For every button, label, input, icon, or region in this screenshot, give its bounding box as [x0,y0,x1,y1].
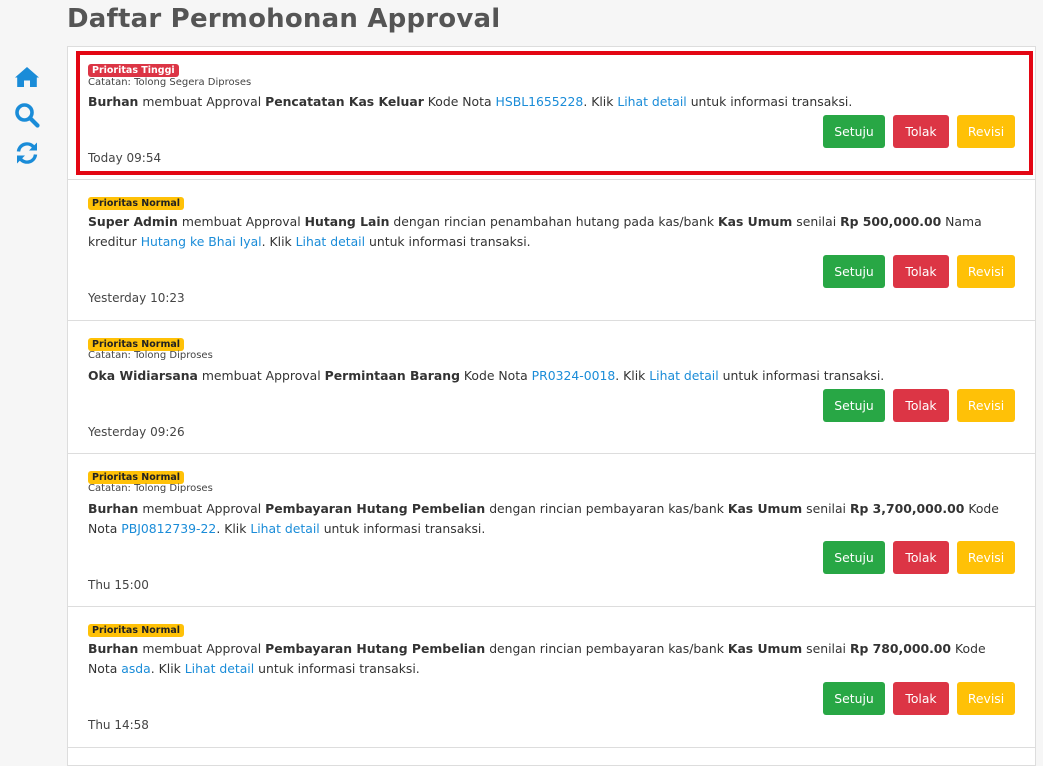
bank-name: Kas Umum [727,641,803,656]
action-buttons: Setuju Tolak Revisi [823,255,1015,288]
requester-name: Burhan [88,501,139,516]
approval-module: Pencatatan Kas Keluar [265,94,424,109]
home-button[interactable] [13,64,41,90]
approval-module: Pembayaran Hutang Pembelian [265,641,486,656]
bank-name: Kas Umum [727,501,803,516]
page-title: Daftar Permohonan Approval [67,4,501,34]
approval-module: Hutang Lain [304,214,390,229]
approval-list: Prioritas Tinggi Catatan: Tolong Segera … [67,46,1036,766]
reject-button[interactable]: Tolak [893,255,949,288]
approve-button[interactable]: Setuju [823,255,885,288]
timestamp: Thu 15:00 [88,578,149,592]
refresh-icon [16,142,38,164]
approve-button[interactable]: Setuju [823,541,885,574]
approve-button[interactable]: Setuju [823,115,885,148]
approval-message: Burhan membuat Approval Pembayaran Hutan… [88,501,999,536]
reject-button[interactable]: Tolak [893,389,949,422]
timestamp: Today 09:54 [88,151,162,165]
bank-name: Kas Umum [717,214,793,229]
nota-code-link[interactable]: PBJ0812739-22 [121,521,216,536]
creditor-link[interactable]: Hutang ke Bhai Iyal [141,234,262,249]
priority-badge: Prioritas Tinggi [88,64,179,77]
revise-button[interactable]: Revisi [957,255,1015,288]
refresh-button[interactable] [13,140,41,166]
nota-code-link[interactable]: HSBL1655228 [496,94,584,109]
sidebar [13,64,41,166]
detail-link[interactable]: Lihat detail [250,521,319,536]
detail-link[interactable]: Lihat detail [185,661,254,676]
reject-button[interactable]: Tolak [893,682,949,715]
approval-card: Prioritas Normal Super Admin membuat App… [68,180,1035,321]
search-button[interactable] [13,102,41,128]
action-buttons: Setuju Tolak Revisi [823,682,1015,715]
approval-message: Burhan membuat Approval Pencatatan Kas K… [88,94,853,109]
timestamp: Thu 14:58 [88,718,149,732]
approval-message: Super Admin membuat Approval Hutang Lain… [88,214,982,249]
approval-card: Prioritas Tinggi Catatan: Tolong Segera … [68,47,1035,180]
requester-name: Oka Widiarsana [88,368,198,383]
timestamp: Yesterday 10:23 [88,291,185,305]
approval-card: Prioritas Normal Catatan: Tolong Diprose… [68,454,1035,607]
approve-button[interactable]: Setuju [823,682,885,715]
detail-link[interactable]: Lihat detail [649,368,718,383]
approval-card: Prioritas Normal Burhan membuat Approval… [68,607,1035,748]
reject-button[interactable]: Tolak [893,115,949,148]
home-icon [15,67,39,87]
approval-message: Burhan membuat Approval Pembayaran Hutan… [88,641,986,676]
revise-button[interactable]: Revisi [957,541,1015,574]
priority-badge: Prioritas Normal [88,197,185,210]
requester-name: Super Admin [88,214,178,229]
nota-code-link[interactable]: PR0324-0018 [532,368,616,383]
timestamp: Yesterday 09:26 [88,425,185,439]
nota-code-link[interactable]: asda [121,661,151,676]
amount: Rp 3,700,000.00 [849,501,965,516]
revise-button[interactable]: Revisi [957,682,1015,715]
priority-badge: Prioritas Normal [88,624,185,637]
detail-link[interactable]: Lihat detail [617,94,686,109]
search-icon [15,103,40,128]
approval-module: Pembayaran Hutang Pembelian [265,501,486,516]
reject-button[interactable]: Tolak [893,541,949,574]
amount: Rp 500,000.00 [840,214,942,229]
requester-name: Burhan [88,641,139,656]
revise-button[interactable]: Revisi [957,389,1015,422]
revise-button[interactable]: Revisi [957,115,1015,148]
requester-name: Burhan [88,94,139,109]
approval-note: Catatan: Tolong Segera Diproses [88,77,252,88]
approval-card: Prioritas Normal Catatan: Tolong Diprose… [68,321,1035,454]
approval-note: Catatan: Tolong Diproses [88,483,213,494]
approval-note: Catatan: Tolong Diproses [88,350,213,361]
action-buttons: Setuju Tolak Revisi [823,115,1015,148]
detail-link[interactable]: Lihat detail [296,234,365,249]
amount: Rp 780,000.00 [849,641,952,656]
approve-button[interactable]: Setuju [823,389,885,422]
approval-module: Permintaan Barang [324,368,460,383]
action-buttons: Setuju Tolak Revisi [823,541,1015,574]
approval-message: Oka Widiarsana membuat Approval Perminta… [88,368,885,383]
action-buttons: Setuju Tolak Revisi [823,389,1015,422]
